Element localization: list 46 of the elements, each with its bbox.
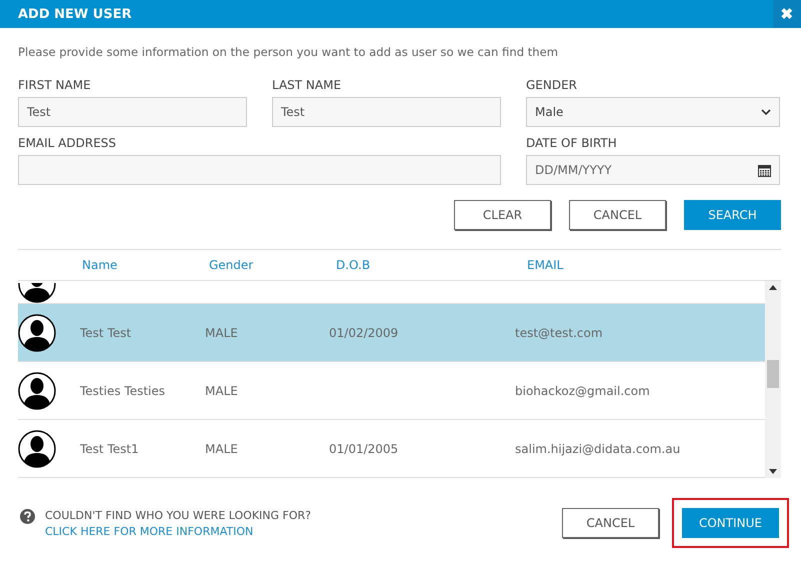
name-cell-text: Testies Testies xyxy=(80,384,166,398)
column-header[interactable]: D.O.B xyxy=(336,258,527,272)
field-label: LAST NAME xyxy=(272,78,342,92)
dialog-title: ADD NEW USER xyxy=(17,6,132,22)
primary-button[interactable]: CONTINUE xyxy=(682,508,779,538)
name-cell-text: Test Test1 xyxy=(80,442,140,456)
scroll-up-icon[interactable] xyxy=(769,285,777,290)
avatar-icon xyxy=(18,314,56,352)
column-header[interactable]: Gender xyxy=(209,258,336,272)
field-label: FIRST NAME xyxy=(18,78,92,92)
column-header[interactable]: Name xyxy=(82,258,209,272)
dob-cell-text: 01/02/2009 xyxy=(329,326,400,340)
avatar-icon xyxy=(18,430,56,468)
primary-button[interactable]: SEARCH xyxy=(684,200,781,230)
close-button[interactable]: ✖ xyxy=(773,0,801,28)
name-cell-text: Test Test xyxy=(80,326,132,340)
avatar-icon xyxy=(18,372,56,410)
email-input[interactable] xyxy=(18,155,501,185)
scroll-down-icon[interactable] xyxy=(769,469,777,474)
first-name-input[interactable]: Test xyxy=(18,97,247,127)
help-icon xyxy=(20,508,35,524)
email-cell-text: biohackoz@gmail.com xyxy=(515,384,651,398)
secondary-button[interactable]: CANCEL xyxy=(569,200,666,230)
email-cell-text: test@test.com xyxy=(515,326,604,340)
secondary-button[interactable]: CANCEL xyxy=(562,508,659,538)
scrollbar[interactable] xyxy=(765,281,781,478)
gender-cell-text: MALE xyxy=(205,384,239,398)
gender-select[interactable]: Male xyxy=(526,97,780,127)
chevron-down-icon xyxy=(761,109,771,115)
scroll-thumb[interactable] xyxy=(767,360,779,388)
email-cell-text: salim.hijazi@didata.com.au xyxy=(515,442,682,456)
intro-text: Please provide some information on the person you want to add as user so we can find them xyxy=(18,45,560,59)
calendar-icon[interactable] xyxy=(758,164,771,177)
gender-cell-text: MALE xyxy=(205,442,239,456)
help-question: COULDN'T FIND WHO YOU WERE LOOKING FOR? xyxy=(45,508,311,522)
last-name-input[interactable]: Test xyxy=(272,97,501,127)
dob-cell-text: 01/01/2005 xyxy=(329,442,400,456)
column-header[interactable]: EMAIL xyxy=(527,258,781,272)
field-label: GENDER xyxy=(526,78,578,92)
secondary-button[interactable]: CLEAR xyxy=(454,200,551,230)
gender-cell-text: MALE xyxy=(205,326,239,340)
user-row[interactable]: Test Test MALE 01/02/2009 test@test.com xyxy=(18,304,765,362)
field-label: DATE OF BIRTH xyxy=(526,136,618,150)
more-info-link[interactable]: CLICK HERE FOR MORE INFORMATION xyxy=(45,524,311,538)
date-field[interactable]: DD/MM/YYYY xyxy=(526,155,780,185)
field-label: EMAIL ADDRESS xyxy=(18,136,118,150)
